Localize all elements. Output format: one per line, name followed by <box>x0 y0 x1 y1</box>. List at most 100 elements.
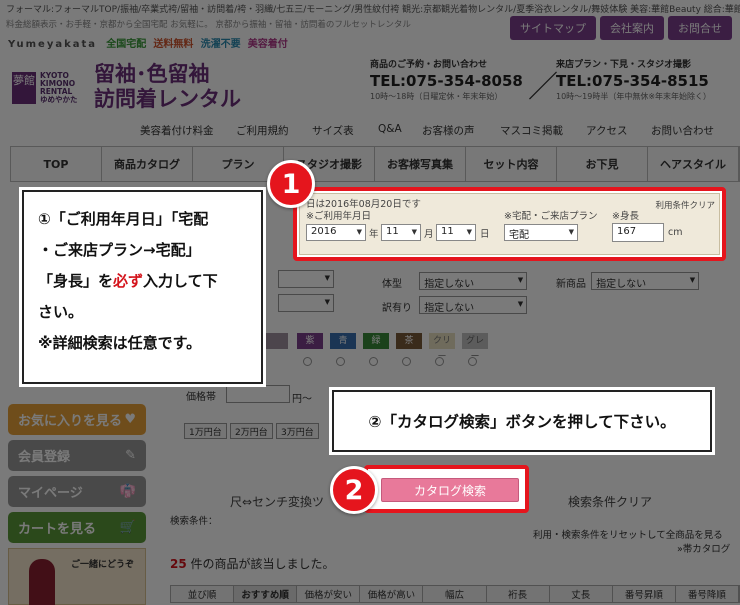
cart-button[interactable]: カートを見る 🛒 <box>8 512 146 543</box>
nav-preview[interactable]: お下見 <box>557 147 648 181</box>
register-button[interactable]: 会員登録 ✎ <box>8 440 146 471</box>
filter-left-2-select[interactable] <box>278 294 334 312</box>
sort-recommended[interactable]: おすすめ順 <box>234 586 298 602</box>
height-label: ※身長 <box>612 211 639 222</box>
company-button[interactable]: 会社案内 <box>600 16 664 40</box>
plan-select[interactable]: 宅配 <box>504 224 578 241</box>
filter-left-1-select[interactable] <box>278 270 334 288</box>
catalog-search-button[interactable]: カタログ検索 <box>381 478 519 502</box>
color-radio[interactable] <box>402 357 411 366</box>
logo-mark[interactable]: 夢館 <box>12 72 36 104</box>
callout1-line: さい。 <box>38 303 84 321</box>
filter-body-select[interactable]: 指定しない <box>419 272 528 290</box>
nav-set[interactable]: セット内容 <box>466 147 557 181</box>
nav-top[interactable]: TOP <box>11 147 102 181</box>
top-links-line[interactable]: フォーマル:フォーマルTOP/振袖/卒業式袴/留袖・訪問着/袴・羽織/七五三/モ… <box>6 2 740 15</box>
sort-price-high[interactable]: 価格が高い <box>360 586 424 602</box>
price-chip[interactable]: 1万円台 <box>184 423 227 439</box>
sort-price-low[interactable]: 価格が安い <box>297 586 361 602</box>
subnav-inquiry[interactable]: お問い合わせ <box>651 123 714 138</box>
favorites-button[interactable]: お気に入りを見る ♥ <box>8 404 146 435</box>
kimono-icon: 👘 <box>119 484 136 499</box>
color-radio[interactable] <box>369 357 378 366</box>
subnav-size-chart[interactable]: サイズ表 <box>312 123 354 138</box>
color-swatch-gray[interactable]: グレー <box>462 333 488 362</box>
sort-length[interactable]: 丈長 <box>550 586 613 602</box>
condition-clear-button[interactable]: 検索条件クリア <box>568 493 652 510</box>
contact-tel[interactable]: TEL:075-354-8515 <box>556 72 711 90</box>
price-chip[interactable]: 3万円台 <box>276 423 319 439</box>
filter-new-select[interactable]: 指定しない <box>591 272 700 290</box>
sort-number-desc[interactable]: 番号降順 <box>676 586 739 602</box>
subnav-dressing-fee[interactable]: 美容着付け料金 <box>140 123 214 138</box>
heart-icon: ♥ <box>124 412 136 427</box>
cart-label: カートを見る <box>18 522 97 537</box>
color-swatch-cream[interactable]: クリー <box>429 333 455 362</box>
year-unit: 年 <box>369 229 379 240</box>
size-convert-tool[interactable]: 尺⇔センチ変換ツ <box>230 493 324 510</box>
site-title-line1: 留袖･色留袖 <box>94 62 210 86</box>
brand-tag-dressing: 美容着付 <box>247 39 288 50</box>
side-banner[interactable]: ご一緒にどうぞ <box>8 548 146 605</box>
day-unit: 日 <box>480 229 490 240</box>
color-radio[interactable] <box>336 357 345 366</box>
brand-tag-shipping: 送料無料 <box>153 39 194 50</box>
nav-hairstyle[interactable]: ヘアスタイル <box>648 147 739 181</box>
terms-link[interactable]: 利用条件クリア <box>655 199 715 211</box>
required-fields-highlight: 日は2016年08月20日です 利用条件クリア ※ご利用年月日 2016 年 1… <box>293 187 726 261</box>
price-min-input[interactable] <box>226 385 290 403</box>
day-select[interactable]: 11 <box>436 224 476 241</box>
sort-number-asc[interactable]: 番号昇順 <box>613 586 676 602</box>
contact-button[interactable]: お問合せ <box>668 16 732 40</box>
register-label: 会員登録 <box>18 450 71 465</box>
subnav-reviews[interactable]: お客様の声 <box>422 123 475 138</box>
filter-new-label: 新商品 <box>556 279 586 290</box>
favorites-label: お気に入りを見る <box>18 414 123 429</box>
nav-catalog[interactable]: 商品カタログ <box>102 147 193 181</box>
logo-line: ゆめやかた <box>40 95 78 104</box>
subnav-terms[interactable]: ご利用規約 <box>236 123 289 138</box>
price-chip[interactable]: 2万円台 <box>230 423 273 439</box>
date-label: ※ご利用年月日 <box>306 211 371 222</box>
sort-label: 並び順 <box>171 586 235 602</box>
sort-width[interactable]: 幅広 <box>423 586 487 602</box>
price-range: 価格帯 <box>186 388 216 403</box>
height-unit: cm <box>668 227 683 238</box>
color-radio[interactable] <box>468 357 477 366</box>
color-radio[interactable] <box>435 357 444 366</box>
month-select[interactable]: 11 <box>381 224 421 241</box>
color-swatch-purple[interactable]: 紫 <box>297 333 323 349</box>
color-radio[interactable] <box>303 357 312 366</box>
height-input[interactable]: 167 <box>612 223 664 242</box>
obi-catalog-link[interactable]: »帯カタログ <box>677 541 730 555</box>
subnav-media[interactable]: マスコミ掲載 <box>500 123 563 138</box>
search-conditions-label: 検索条件： <box>170 516 218 527</box>
subnav-qa[interactable]: Q&A <box>378 123 402 135</box>
banner-figure <box>29 559 55 605</box>
reset-all-link[interactable]: 利用・検索条件をリセットして全商品を見る <box>533 527 723 541</box>
mypage-button[interactable]: マイページ 👘 <box>8 476 146 507</box>
top-link-buttons: サイトマップ 会社案内 お問合せ <box>510 16 732 40</box>
callout2-text: ②「カタログ検索」ボタンを押して下さい。 <box>368 413 676 431</box>
color-swatch-blue[interactable]: 青 <box>330 333 356 349</box>
contact-hours: 10時〜19時半（年中無休※年末年始除く） <box>556 92 712 101</box>
filter-body: 体型 指定しない <box>382 272 528 290</box>
sort-bar: 並び順 おすすめ順 価格が安い 価格が高い 幅広 裄長 丈長 番号昇順 番号降順 <box>170 585 740 603</box>
callout1-text: 入力して下 <box>143 272 218 290</box>
subnav-access[interactable]: アクセス <box>586 123 627 138</box>
year-select[interactable]: 2016 <box>306 224 366 241</box>
color-swatch-green[interactable]: 緑 <box>363 333 389 349</box>
sort-sleeve[interactable]: 裄長 <box>487 586 550 602</box>
contact-tel[interactable]: TEL:075-354-8058 <box>370 72 523 90</box>
color-swatch[interactable] <box>266 333 288 349</box>
brand-tag-washing: 洗濯不要 <box>200 39 241 50</box>
filter-crest-select[interactable]: 指定しない <box>419 296 528 314</box>
tagline: 料金総額表示・お手軽・京都から全国宅配 お気軽に。 京都から振袖・留袖・訪問着の… <box>6 20 411 30</box>
contact-hours: 10時〜18時（日曜定休・年末年始） <box>370 92 503 101</box>
sitemap-button[interactable]: サイトマップ <box>510 16 596 40</box>
mypage-label: マイページ <box>18 486 83 501</box>
callout1-line: ※詳細検索は任意です。 <box>38 334 202 352</box>
logo-text: KYOTO KIMONO RENTAL ゆめやかた <box>40 72 78 104</box>
color-swatch-brown[interactable]: 茶 <box>396 333 422 349</box>
nav-photos[interactable]: お客様写真集 <box>375 147 466 181</box>
